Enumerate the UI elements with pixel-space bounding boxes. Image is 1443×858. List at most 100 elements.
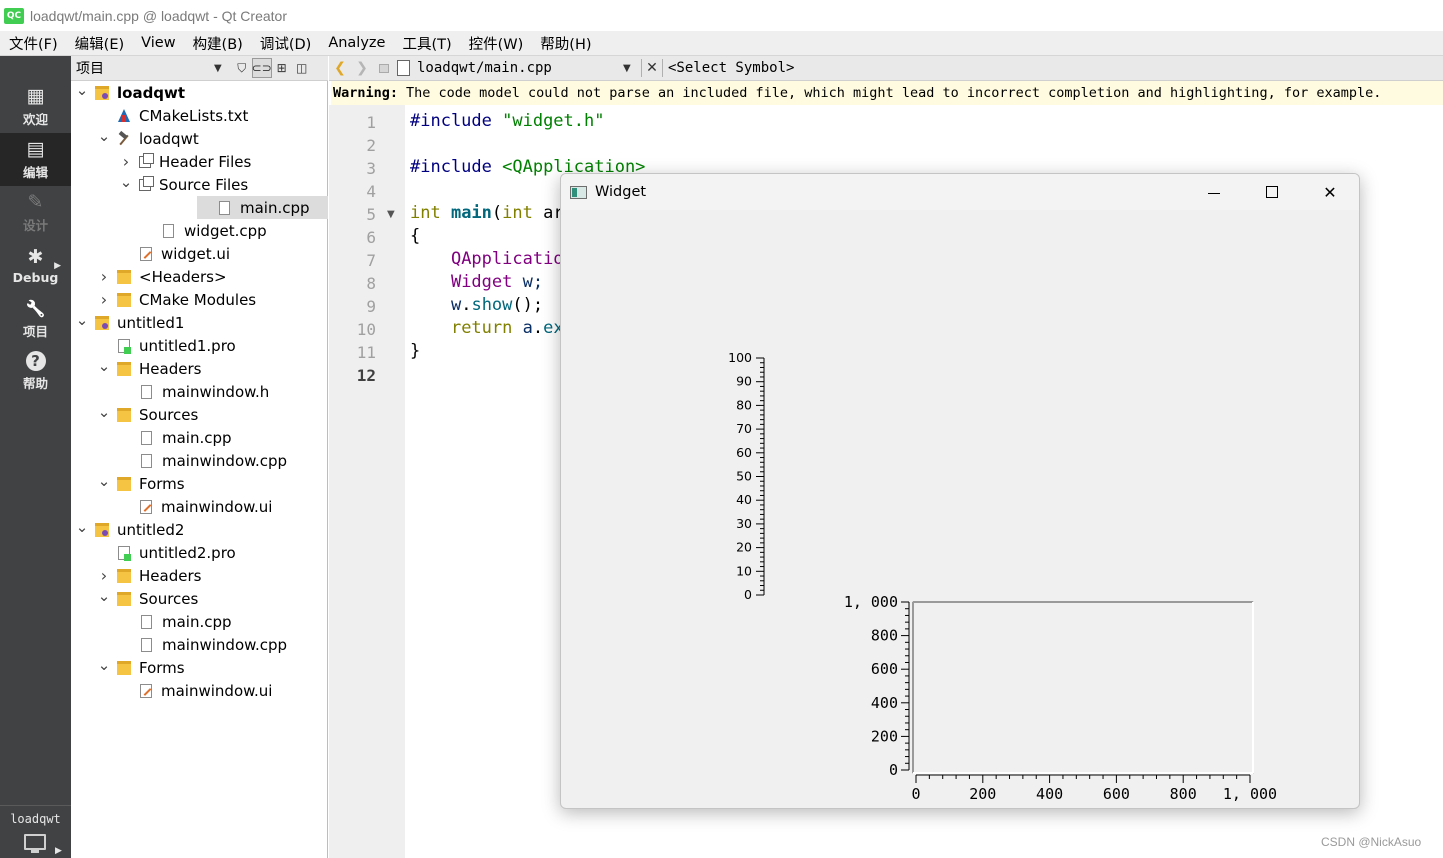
expand-chevron-icon[interactable]: › <box>119 152 133 171</box>
menu-item-0[interactable]: 文件(F) <box>0 33 66 54</box>
tree-item[interactable]: › <Headers> <box>71 265 328 288</box>
close-button[interactable]: ✕ <box>1301 174 1359 210</box>
maximize-button[interactable] <box>1243 174 1301 210</box>
expand-chevron-icon[interactable]: ⌄ <box>75 519 89 538</box>
watermark: CSDN @NickAsuo <box>1321 835 1422 849</box>
tree-item-label: CMakeLists.txt <box>139 106 249 125</box>
menu-item-2[interactable]: View <box>132 35 183 51</box>
filter-icon[interactable]: ⛉ <box>232 58 252 78</box>
expand-chevron-icon[interactable]: ⌄ <box>97 473 111 492</box>
split-icon[interactable]: ⊞ <box>272 58 292 78</box>
tree-item[interactable]: mainwindow.ui <box>71 679 328 702</box>
forward-arrow-icon[interactable]: ❯ <box>351 60 373 76</box>
tree-item[interactable]: › Header Files <box>71 150 328 173</box>
close-panel-icon[interactable]: ◫ <box>292 58 312 78</box>
expand-chevron-icon[interactable]: ⌄ <box>97 358 111 377</box>
expand-chevron-icon[interactable]: ⌄ <box>75 82 89 101</box>
expand-arrow-icon: ▶ <box>55 846 62 856</box>
tree-item[interactable]: ⌄ Forms <box>71 472 328 495</box>
mode-1[interactable]: ▤ 编辑 <box>0 133 71 186</box>
code-token: . <box>461 295 472 315</box>
mode-4[interactable]: 🔧 项目 <box>0 292 71 345</box>
qt-creator-logo: QC <box>4 7 24 24</box>
back-arrow-icon[interactable]: ❮ <box>329 60 351 76</box>
mode-5[interactable]: ? 帮助 <box>0 345 71 398</box>
tree-item-label: untitled2 <box>117 520 185 539</box>
expand-chevron-icon[interactable]: ⌄ <box>97 128 111 147</box>
minimize-button[interactable] <box>1185 174 1243 210</box>
tree-item[interactable]: ⌄ untitled1 <box>71 311 328 334</box>
menu-item-6[interactable]: 工具(T) <box>393 33 459 54</box>
mode-3[interactable]: ✱ Debug ▶ <box>0 239 71 292</box>
code-token: . <box>532 318 544 338</box>
mode-2[interactable]: ✎ 设计 <box>0 186 71 239</box>
symbol-selector[interactable]: <Select Symbol> <box>668 60 794 76</box>
tree-item[interactable]: widget.ui <box>71 242 328 265</box>
mode-0[interactable]: ▦ 欢迎 <box>0 80 71 133</box>
tree-item-label: untitled1.pro <box>139 336 236 355</box>
target-project-selector[interactable]: loadqwt <box>0 805 71 826</box>
document-icon <box>397 60 410 76</box>
x-axis-tick-label: 0 <box>911 785 920 803</box>
file-icon <box>141 637 152 652</box>
tree-item[interactable]: ⌄ Source Files <box>71 173 328 196</box>
line-number: 3 <box>366 159 376 178</box>
window-title: loadqwt/main.cpp @ loadqwt - Qt Creator <box>30 7 287 24</box>
tree-item[interactable]: mainwindow.cpp <box>71 449 328 472</box>
monitor-icon[interactable] <box>24 834 46 850</box>
tree-item[interactable]: untitled2.pro <box>71 541 328 564</box>
code-token: "widget.h" <box>502 111 605 131</box>
line-number: 5 <box>366 205 376 224</box>
tree-item[interactable]: ⌄ Headers <box>71 357 328 380</box>
code-line: w.show(); <box>410 295 543 315</box>
x-axis-tick-label: 200 <box>969 785 996 803</box>
code-token: ( <box>491 203 503 223</box>
expand-chevron-icon[interactable]: › <box>97 290 111 309</box>
menu-item-7[interactable]: 控件(W) <box>460 33 532 54</box>
scale-tick-label: 80 <box>736 397 752 412</box>
tree-item[interactable]: ⌄ Forms <box>71 656 328 679</box>
tree-item[interactable]: widget.cpp <box>71 219 328 242</box>
tree-item[interactable]: mainwindow.ui <box>71 495 328 518</box>
mode-selector: loadqwt ▶ ▦ 欢迎 ▤ 编辑 ✎ 设计 ✱ Debug ▶ 🔧 项目? 帮助 <box>0 56 71 858</box>
link-icon[interactable]: ⊂⊃ <box>252 58 272 78</box>
file-dropdown-icon[interactable]: ▼ <box>623 63 639 74</box>
widget-title-bar[interactable]: Widget ✕ <box>561 174 1359 210</box>
close-document-icon[interactable]: ✕ <box>644 60 660 76</box>
tree-item-label: Source Files <box>159 175 249 194</box>
tree-item[interactable]: main.cpp <box>197 196 328 219</box>
expand-chevron-icon[interactable]: › <box>97 566 111 585</box>
tree-item[interactable]: mainwindow.cpp <box>71 633 328 656</box>
menu-item-3[interactable]: 构建(B) <box>184 33 251 54</box>
expand-chevron-icon[interactable]: ⌄ <box>97 657 111 676</box>
expand-chevron-icon[interactable]: ⌄ <box>97 404 111 423</box>
expand-chevron-icon[interactable]: › <box>97 267 111 286</box>
tree-item[interactable]: ⌄ Sources <box>71 587 328 610</box>
menu-item-1[interactable]: 编辑(E) <box>66 33 132 54</box>
tree-item[interactable]: ⌄ loadqwt <box>71 127 328 150</box>
tree-item[interactable]: ⌄ Sources <box>71 403 328 426</box>
toolbar-separator <box>641 59 642 77</box>
tree-item[interactable]: main.cpp <box>71 610 328 633</box>
tree-item[interactable]: CMakeLists.txt <box>71 104 328 127</box>
menu-item-8[interactable]: 帮助(H) <box>531 33 599 54</box>
menu-item-4[interactable]: 调试(D) <box>251 33 319 54</box>
menu-item-5[interactable]: Analyze <box>319 35 393 51</box>
tree-item[interactable]: main.cpp <box>71 426 328 449</box>
tree-item[interactable]: › CMake Modules <box>71 288 328 311</box>
tree-item[interactable]: › Headers <box>71 564 328 587</box>
expand-chevron-icon[interactable]: ⌄ <box>75 312 89 331</box>
tree-item[interactable]: ⌄ untitled2 <box>71 518 328 541</box>
scale-tick-label: 30 <box>736 516 752 531</box>
expand-chevron-icon[interactable]: ⌄ <box>97 588 111 607</box>
fold-marker-icon[interactable]: ▼ <box>387 209 395 220</box>
code-token: (); <box>512 295 544 315</box>
tree-item[interactable]: mainwindow.h <box>71 380 328 403</box>
expand-chevron-icon[interactable]: ⌄ <box>119 174 133 193</box>
view-dropdown-icon[interactable]: ▼ <box>214 63 222 74</box>
minimize-icon <box>1208 192 1220 194</box>
tree-item[interactable]: untitled1.pro <box>71 334 328 357</box>
open-file-selector[interactable]: loadqwt/main.cpp <box>417 60 623 76</box>
tree-item[interactable]: ⌄ loadqwt <box>71 81 328 104</box>
